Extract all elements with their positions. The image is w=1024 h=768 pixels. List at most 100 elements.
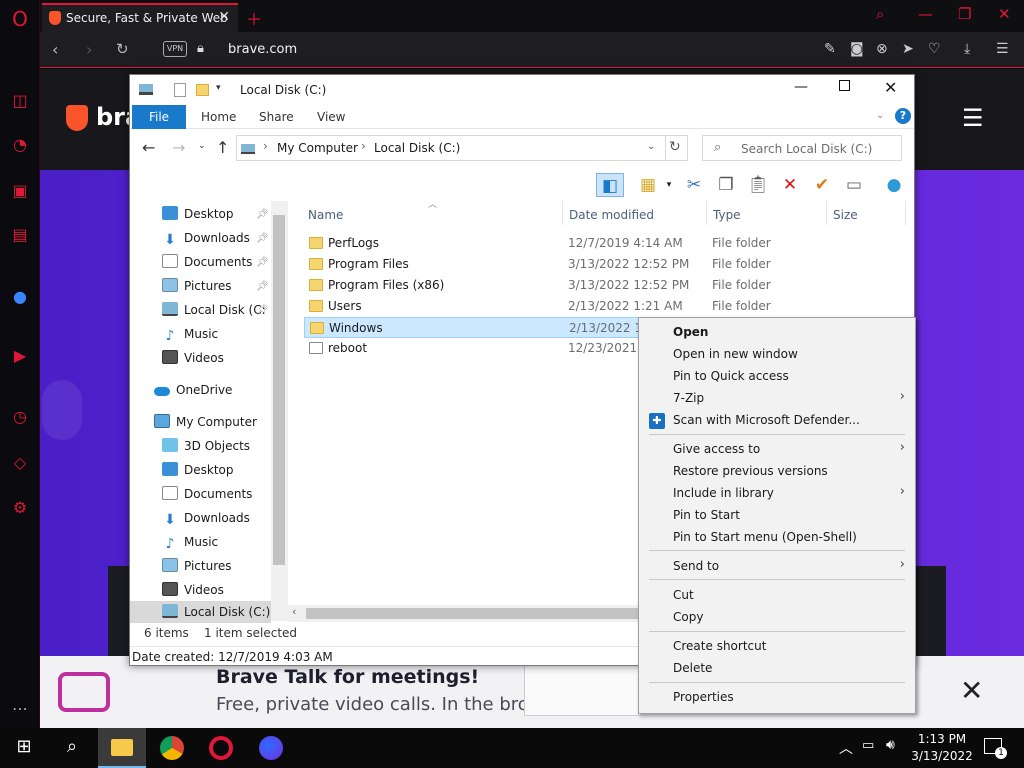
menu-item-pin-start[interactable]: Pin to Start: [673, 508, 740, 522]
nav-item-desktop-2[interactable]: Desktop: [162, 459, 234, 481]
forward-icon[interactable]: ›: [86, 40, 92, 59]
column-type[interactable]: Type: [713, 208, 741, 222]
reload-icon[interactable]: ↻: [116, 40, 129, 58]
view-dropdown-icon[interactable]: ▾: [657, 173, 681, 197]
nav-scrollbar-thumb[interactable]: [273, 215, 285, 565]
menu-item-copy[interactable]: Copy: [673, 610, 703, 624]
clock-date[interactable]: 3/13/2022: [910, 749, 974, 763]
lock-icon[interactable]: 🔒︎: [197, 41, 204, 56]
nav-item-my-computer[interactable]: My Computer: [154, 411, 257, 433]
menu-item-delete[interactable]: Delete: [673, 661, 712, 675]
twitch-icon[interactable]: ▤: [9, 224, 31, 246]
back-icon[interactable]: ←: [142, 138, 155, 157]
taskbar-explorer-button[interactable]: [98, 728, 146, 768]
show-hidden-icons[interactable]: ︿: [839, 738, 853, 758]
column-name[interactable]: Name: [308, 208, 343, 222]
customize-toolbar-icon[interactable]: ▾: [216, 83, 221, 93]
banner-close-icon[interactable]: ✕: [960, 674, 983, 707]
cut-icon[interactable]: ✂: [682, 173, 706, 197]
url-field[interactable]: brave.com: [228, 42, 297, 57]
column-size[interactable]: Size: [833, 208, 858, 222]
help-icon[interactable]: ?: [895, 108, 911, 124]
new-tab-button[interactable]: ＋: [246, 6, 262, 30]
globe-icon[interactable]: ●: [882, 173, 906, 197]
nav-item-documents-2[interactable]: Documents: [162, 483, 252, 505]
restore-icon[interactable]: ❐: [958, 5, 971, 23]
download-icon[interactable]: ⤓: [964, 41, 970, 57]
nav-item-onedrive[interactable]: OneDrive: [154, 379, 232, 401]
up-icon[interactable]: ↑: [216, 138, 229, 157]
volume-icon[interactable]: 🔊︎: [886, 737, 895, 753]
path-dropdown-icon[interactable]: ⌄: [647, 141, 655, 152]
opera-logo-icon[interactable]: O: [9, 8, 31, 30]
clock-icon[interactable]: ◷: [9, 406, 31, 428]
table-row[interactable]: PerfLogs 12/7/2019 4:14 AM File folder: [304, 233, 812, 254]
nav-item-videos[interactable]: Videos: [162, 347, 224, 369]
cube-icon[interactable]: ◇: [9, 452, 31, 474]
nav-item-pictures-2[interactable]: Pictures: [162, 555, 232, 577]
tab-share[interactable]: Share: [259, 110, 294, 124]
breadcrumb-local-disk[interactable]: Local Disk (C:): [374, 141, 460, 155]
menu-item-pin-start-menu[interactable]: Pin to Start menu (Open-Shell): [673, 530, 857, 544]
gamepad-icon[interactable]: ◫: [9, 90, 31, 112]
heart-icon[interactable]: ♡: [928, 41, 941, 57]
paste-icon[interactable]: 📋︎: [746, 173, 770, 197]
menu-item-cut[interactable]: Cut: [673, 588, 694, 602]
nav-item-local-disk-pinned[interactable]: Local Disk (C:: [162, 299, 266, 321]
brave-logo-icon[interactable]: [66, 105, 88, 131]
menu-item-7zip[interactable]: 7-Zip: [673, 391, 704, 405]
menu-item-restore-versions[interactable]: Restore previous versions: [673, 464, 828, 478]
tab-home[interactable]: Home: [201, 110, 236, 124]
forward-icon[interactable]: →: [172, 138, 185, 157]
recent-locations-icon[interactable]: ⌄: [198, 141, 206, 151]
close-icon[interactable]: ✕: [884, 78, 897, 97]
menu-item-give-access[interactable]: Give access to: [673, 442, 760, 456]
navigation-pane-icon[interactable]: ◧: [596, 173, 624, 197]
play-icon[interactable]: ▶: [9, 345, 31, 367]
rename-icon[interactable]: ▭: [842, 173, 866, 197]
menu-item-create-shortcut[interactable]: Create shortcut: [673, 639, 766, 653]
hamburger-menu-icon[interactable]: ☰: [962, 106, 984, 130]
speedometer-icon[interactable]: ◔: [9, 134, 31, 156]
tab-view[interactable]: View: [317, 110, 345, 124]
copy-icon[interactable]: ❐: [714, 173, 738, 197]
breadcrumb-my-computer[interactable]: My Computer: [277, 141, 358, 155]
nav-item-music[interactable]: ♪ Music: [162, 323, 219, 345]
tab-file[interactable]: File: [132, 105, 186, 129]
bag-icon[interactable]: ▣: [9, 180, 31, 202]
block-icon[interactable]: ⊗: [876, 41, 888, 57]
browser-tab[interactable]: Secure, Fast & Private Web ✕: [42, 3, 238, 32]
search-input[interactable]: Search Local Disk (C:): [702, 135, 902, 161]
menu-item-open-new-window[interactable]: Open in new window: [673, 347, 798, 361]
table-row[interactable]: Program Files 3/13/2022 12:52 PM File fold…: [304, 254, 812, 275]
nav-item-pictures[interactable]: Pictures: [162, 275, 232, 297]
easy-setup-icon[interactable]: ☰: [996, 41, 1009, 57]
nav-item-music-2[interactable]: ♪ Music: [162, 531, 219, 553]
new-folder-quick-icon[interactable]: [196, 84, 209, 96]
back-icon[interactable]: ‹: [52, 40, 58, 59]
nav-item-downloads-2[interactable]: ⬇ Downloads: [162, 507, 250, 529]
search-tabs-icon[interactable]: ⌕: [876, 5, 884, 23]
nav-item-local-disk[interactable]: Local Disk (C:): [130, 601, 271, 623]
table-row[interactable]: Program Files (x86) 3/13/2022 12:52 PM Fil…: [304, 275, 812, 296]
maximize-icon[interactable]: [839, 80, 850, 91]
nav-item-videos-2[interactable]: Videos: [162, 579, 224, 601]
camera-icon[interactable]: ◙: [850, 41, 864, 57]
menu-item-scan-defender[interactable]: Scan with Microsoft Defender...: [673, 413, 860, 427]
menu-item-send-to[interactable]: Send to: [673, 559, 719, 573]
more-icon[interactable]: ⋯: [9, 698, 31, 720]
send-icon[interactable]: ➤: [902, 41, 914, 57]
close-window-icon[interactable]: ✕: [998, 5, 1011, 23]
close-tab-icon[interactable]: ✕: [218, 9, 230, 25]
menu-item-pin-quick-access[interactable]: Pin to Quick access: [673, 369, 789, 383]
nav-item-documents[interactable]: Documents: [162, 251, 252, 273]
refresh-icon[interactable]: ↻: [669, 139, 681, 155]
chrome-icon[interactable]: [160, 736, 184, 760]
nav-item-desktop[interactable]: Desktop: [162, 203, 234, 225]
address-path[interactable]: › My Computer › Local Disk (C:) ⌄ ↻: [236, 135, 688, 161]
settings-icon[interactable]: ⚙: [9, 497, 31, 519]
properties-quick-icon[interactable]: [174, 83, 186, 97]
vpn-badge[interactable]: VPN: [163, 41, 187, 57]
minimize-icon[interactable]: —: [794, 79, 808, 95]
firefox-icon[interactable]: [259, 736, 283, 760]
